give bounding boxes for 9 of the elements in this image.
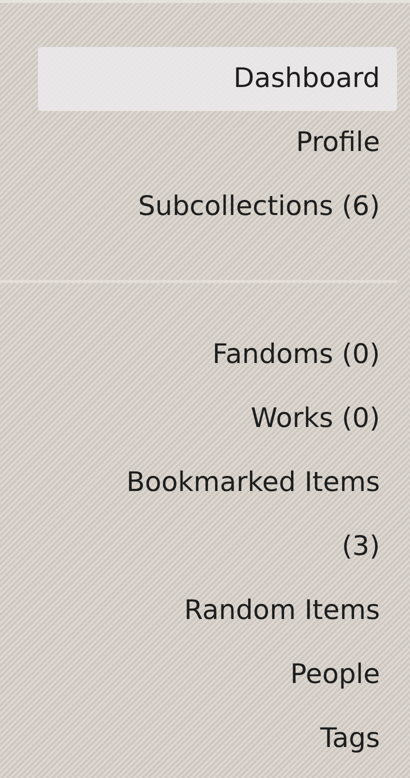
nav-link[interactable]: Profile	[38, 111, 397, 175]
nav-link[interactable]: Dashboard	[38, 47, 397, 111]
nav-link[interactable]: Tags	[38, 707, 397, 771]
nav-link[interactable]: Subcollections (6)	[38, 175, 397, 239]
nav-link[interactable]: Fandoms (0)	[38, 323, 397, 387]
nav-link[interactable]: People	[38, 643, 397, 707]
nav-link[interactable]: Bookmarked Items (3)	[38, 451, 397, 579]
nav-link[interactable]: Random Items	[38, 579, 397, 643]
nav-link[interactable]: Works (0)	[38, 387, 397, 451]
